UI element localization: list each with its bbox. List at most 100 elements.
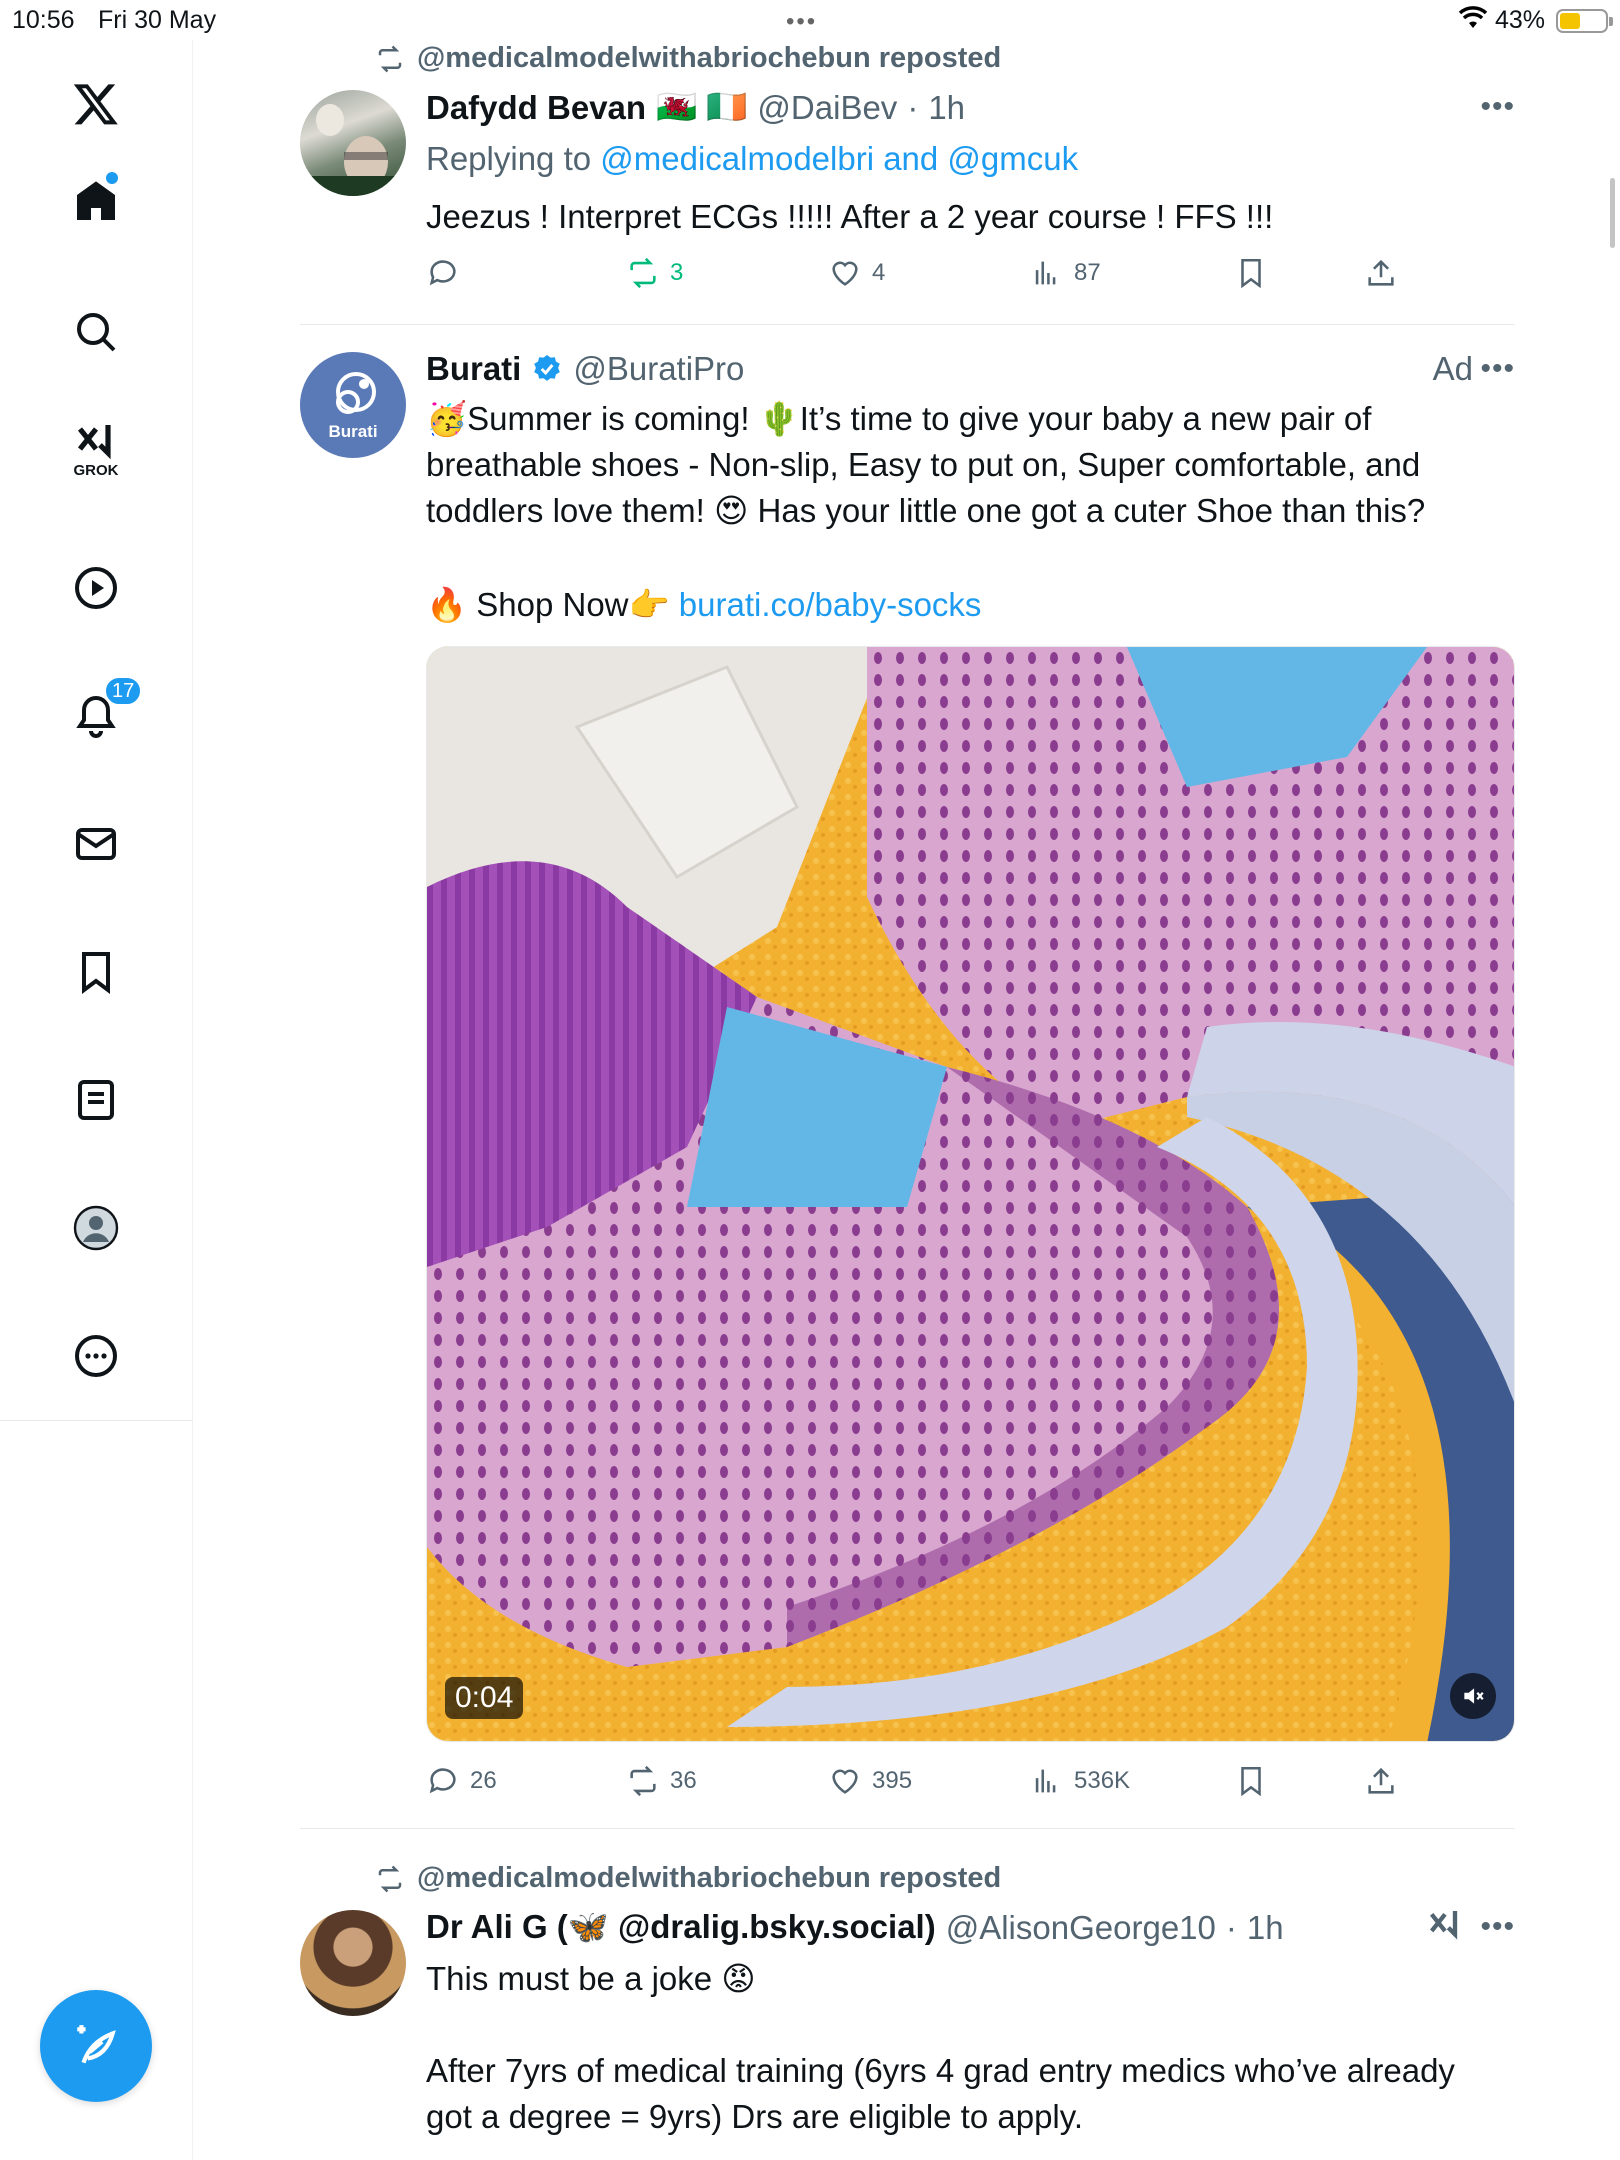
status-bar: 10:56 Fri 30 May ••• 43% [0, 0, 1620, 40]
share-button[interactable] [1364, 256, 1398, 290]
nav-video[interactable] [62, 554, 130, 622]
nav-bookmarks[interactable] [62, 938, 130, 1006]
author-name[interactable]: Dr Ali G (🦋 @dralig.bsky.social) [426, 1908, 936, 1947]
share-icon [1368, 1767, 1394, 1794]
like-button[interactable]: 4 [828, 256, 885, 290]
repost-count: 36 [670, 1767, 697, 1794]
home-icon [77, 181, 115, 220]
nav-home[interactable] [62, 168, 130, 236]
battery-icon [1556, 9, 1613, 33]
repost-icon [630, 257, 656, 289]
nav-messages[interactable] [62, 810, 130, 878]
post-time[interactable]: 1h [928, 89, 965, 127]
share-icon [1368, 259, 1394, 286]
repost-icon [378, 45, 402, 72]
profile-avatar-icon [73, 1205, 119, 1251]
like-count: 4 [872, 259, 886, 286]
share-button[interactable] [1364, 1764, 1398, 1798]
grok-label: GROK [73, 462, 119, 479]
bookmark-icon [1241, 1766, 1261, 1797]
time-separator: · [907, 88, 919, 126]
avatar-dr-ali-g[interactable] [300, 1910, 406, 2016]
list-document-icon [78, 1080, 114, 1120]
like-count: 395 [872, 1767, 913, 1794]
heart-icon [832, 1769, 858, 1794]
status-date: Fri 30 May [98, 6, 217, 34]
author-name[interactable]: Burati [426, 350, 521, 388]
status-time: 10:56 [12, 6, 75, 34]
repost-by-label[interactable]: @medicalmodelwithabriochebun reposted [417, 1862, 1001, 1895]
shop-now-text: 🔥 Shop Now👉 [426, 586, 679, 623]
nav-lists[interactable] [62, 1066, 130, 1134]
wifi-icon [1458, 6, 1488, 37]
burati-avatar-text: Burati [328, 422, 378, 441]
more-circle-icon [75, 1335, 117, 1377]
post-text: 🥳Summer is coming! 🌵It’s time to give yo… [426, 400, 1426, 529]
bookmark-button[interactable] [1234, 256, 1268, 290]
nav-explore[interactable] [62, 298, 130, 366]
repost-button[interactable]: 3 [626, 256, 683, 290]
mute-button[interactable] [1450, 1673, 1496, 1719]
views-button[interactable]: 536K [1030, 1764, 1130, 1798]
views-chart-icon [1035, 261, 1056, 285]
avatar-dafydd[interactable] [300, 90, 406, 196]
heart-icon [832, 261, 858, 286]
grok-icon [1429, 1911, 1458, 1940]
verified-badge-icon [534, 355, 561, 381]
post-header: Dafydd Bevan 🏴󠁧󠁢󠁷󠁬󠁳󠁿 🇮🇪 @DaiBev · 1h [426, 88, 965, 127]
video-frame-image [427, 647, 1514, 1741]
video-player[interactable]: 0:04 [426, 646, 1515, 1742]
reply-count: 26 [470, 1767, 497, 1794]
sidebar: GROK 17 [0, 40, 193, 2160]
repost-indicator: @medicalmodelwithabriochebun reposted [375, 1862, 1001, 1895]
post-text-line2: After 7yrs of medical training (6yrs 4 g… [426, 2052, 1455, 2135]
avatar-burati[interactable]: Burati [300, 352, 406, 458]
views-button[interactable]: 87 [1030, 256, 1101, 290]
post-divider [300, 324, 1515, 325]
post-actions: 3 4 87 [426, 256, 1426, 296]
compose-feather-icon [77, 2025, 116, 2064]
play-circle-icon [75, 567, 117, 609]
shop-link[interactable]: burati.co/baby-socks [679, 586, 982, 623]
nav-notifications[interactable]: 17 [62, 676, 143, 750]
post-more-button[interactable]: ••• [1480, 352, 1515, 386]
compose-button[interactable] [40, 1990, 152, 2102]
reply-icon [429, 260, 456, 286]
views-count: 87 [1074, 259, 1101, 286]
reply-button[interactable]: 26 [426, 1764, 497, 1798]
x-logo-icon[interactable] [62, 70, 130, 138]
repost-button[interactable]: 36 [626, 1764, 697, 1798]
views-count: 536K [1074, 1767, 1131, 1794]
multitasking-dots-icon[interactable]: ••• [786, 8, 817, 36]
like-button[interactable]: 395 [828, 1764, 912, 1798]
reply-context: Replying to @medicalmodelbri and @gmcuk [426, 136, 1506, 182]
repost-icon [630, 1765, 656, 1797]
views-chart-icon [1035, 1769, 1056, 1793]
author-handle[interactable]: @BuratiPro [573, 350, 744, 388]
author-name[interactable]: Dafydd Bevan [426, 89, 646, 127]
repost-indicator: @medicalmodelwithabriochebun reposted [375, 42, 1001, 75]
nav-more[interactable] [62, 1322, 130, 1390]
author-handle[interactable]: @DaiBev [757, 89, 897, 127]
reply-button[interactable] [426, 256, 460, 290]
post-actions: 26 36 395 536K [426, 1764, 1426, 1804]
reply-mentions[interactable]: @medicalmodelbri and @gmcuk [600, 140, 1078, 177]
nav-profile[interactable] [62, 1194, 130, 1262]
author-handle[interactable]: @AlisonGeorge10 [946, 1909, 1216, 1947]
post-text: Jeezus ! Interpret ECGs !!!!! After a 2 … [426, 198, 1274, 235]
grok-explain-button[interactable] [1425, 1906, 1465, 1951]
speaker-muted-icon [1464, 1688, 1484, 1704]
search-icon [77, 313, 116, 352]
scrollbar-thumb[interactable] [1610, 178, 1615, 248]
replying-to-label: Replying to [426, 140, 601, 177]
post-more-button[interactable]: ••• [1480, 90, 1515, 124]
post-time[interactable]: 1h [1247, 1909, 1284, 1947]
home-new-dot [106, 172, 118, 184]
post-more-button[interactable]: ••• [1480, 1910, 1515, 1944]
bookmark-button[interactable] [1234, 1764, 1268, 1798]
sidebar-divider [0, 1420, 193, 1421]
battery-percent: 43% [1495, 6, 1546, 34]
grok-icon [77, 425, 111, 460]
repost-by-label[interactable]: @medicalmodelwithabriochebun reposted [417, 42, 1001, 75]
nav-grok[interactable]: GROK [62, 418, 130, 486]
